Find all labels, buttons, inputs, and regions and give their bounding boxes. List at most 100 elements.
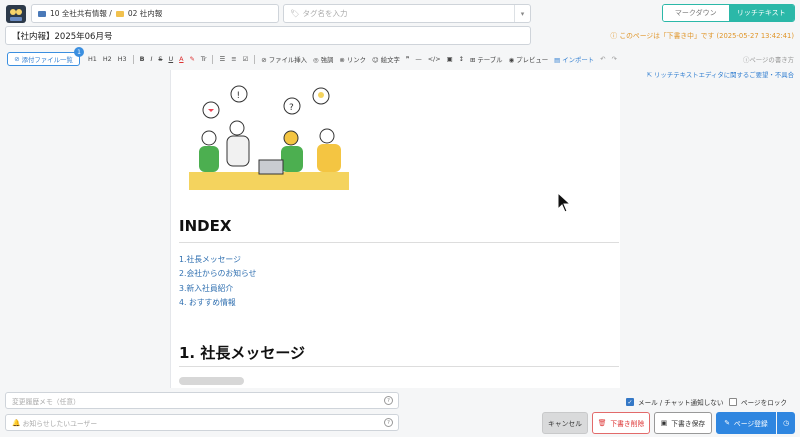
save-icon: ▣ bbox=[660, 419, 668, 427]
import-button[interactable]: ▤ インポート bbox=[554, 55, 594, 64]
tag-input[interactable]: 🏷 タグ名を入力 ▾ bbox=[283, 4, 531, 23]
trash-icon: 🗑 bbox=[597, 419, 607, 427]
delete-draft-label: 下書き削除 bbox=[610, 420, 645, 428]
save-draft-button[interactable]: ▣ 下書き保存 bbox=[654, 412, 712, 434]
help-icon[interactable]: ? bbox=[384, 396, 393, 405]
preview-button[interactable]: ◉ プレビュー bbox=[509, 55, 549, 64]
attachments-button[interactable]: ⊘ 添付ファイル一覧 bbox=[7, 52, 80, 66]
folder-icon bbox=[38, 10, 46, 17]
undo-icon[interactable]: ↶ bbox=[600, 55, 605, 63]
lock-page-checkbox[interactable] bbox=[729, 398, 737, 406]
link-label: リンク bbox=[346, 55, 366, 64]
save-draft-label: 下書き保存 bbox=[671, 420, 706, 428]
emphasis-button[interactable]: ◎ 強調 bbox=[313, 55, 333, 64]
divider bbox=[179, 242, 619, 243]
bell-icon: 🔔 bbox=[12, 418, 23, 427]
toolbar-divider bbox=[254, 54, 256, 64]
mode-markdown-button[interactable]: マークダウン bbox=[663, 5, 729, 21]
register-page-button[interactable]: ✎ ページ登録 bbox=[716, 412, 776, 434]
paperclip-icon: ⊘ bbox=[14, 55, 22, 63]
toc-item[interactable]: 2.会社からのお知らせ bbox=[179, 267, 256, 281]
editor-mode-toggle: マークダウン リッチテキスト bbox=[662, 4, 795, 22]
h1-button[interactable]: H1 bbox=[88, 55, 97, 63]
delete-draft-button[interactable]: 🗑 下書き削除 bbox=[592, 412, 650, 434]
ordered-list-icon[interactable]: ≡ bbox=[231, 55, 236, 63]
schedule-clock-icon[interactable]: ◷ bbox=[777, 412, 795, 434]
toolbar-divider bbox=[212, 54, 214, 64]
text-color-button[interactable]: A bbox=[179, 55, 183, 63]
section-heading: 1. 社長メッセージ bbox=[179, 344, 306, 362]
attachments-count-badge: 1 bbox=[74, 47, 84, 57]
register-page-label: ページ登録 bbox=[733, 420, 768, 428]
info-icon: ⓘ bbox=[610, 32, 620, 40]
underline-button[interactable]: U bbox=[168, 55, 173, 63]
help-icon[interactable]: ? bbox=[384, 418, 393, 427]
feedback-link[interactable]: ⇱ リッチテキストエディタに関するご要望・不具合 bbox=[647, 70, 794, 79]
bullet-list-icon[interactable]: ☰ bbox=[219, 55, 225, 63]
preview-label: プレビュー bbox=[516, 55, 549, 64]
h3-button[interactable]: H3 bbox=[118, 55, 127, 63]
file-insert-label: ファイル挿入 bbox=[268, 55, 308, 64]
divider bbox=[179, 366, 619, 367]
checklist-icon[interactable]: ☑ bbox=[243, 55, 249, 63]
lock-page-label: ページをロック bbox=[741, 399, 788, 407]
app-logo-icon[interactable] bbox=[5, 4, 27, 24]
pencil-icon: ✎ bbox=[724, 419, 730, 427]
import-label: インポート bbox=[562, 55, 595, 64]
change-memo-placeholder: 変更履歴メモ（任意） bbox=[12, 397, 80, 406]
mouse-cursor-icon bbox=[557, 192, 571, 213]
editor-page: 10 全社共有情報 / 02 社内報 🏷 タグ名を入力 ▾ マークダウン リッチ… bbox=[0, 0, 800, 437]
mail-notify-label: メール / チャット通知しない bbox=[638, 399, 724, 407]
index-heading: INDEX bbox=[179, 217, 232, 235]
breadcrumb-current[interactable]: 02 社内報 bbox=[128, 8, 162, 19]
help-link-label: ページの書き方 bbox=[749, 56, 794, 64]
mail-notify-checkbox-row[interactable]: ✓ メール / チャット通知しない bbox=[626, 397, 723, 407]
svg-text:!: ! bbox=[237, 91, 241, 101]
redo-icon[interactable]: ↷ bbox=[612, 55, 617, 63]
strikethrough-button[interactable]: S bbox=[158, 55, 162, 63]
bold-button[interactable]: B bbox=[140, 55, 145, 63]
breadcrumb-parent[interactable]: 10 全社共有情報 / bbox=[50, 8, 112, 19]
notify-users-input[interactable]: 🔔 お知らせしたいユーザー ? bbox=[5, 414, 399, 431]
notify-users-placeholder: お知らせしたいユーザー bbox=[22, 419, 98, 428]
image-placeholder bbox=[179, 377, 244, 385]
emoji-button[interactable]: ☺ 絵文字 bbox=[372, 55, 400, 64]
table-label: テーブル bbox=[477, 55, 503, 64]
draft-notice-text: このページは「下書き中」です (2025-05-27 13:42:41) bbox=[619, 32, 794, 40]
lock-page-checkbox-row[interactable]: ページをロック bbox=[729, 397, 787, 407]
draft-notice: ⓘ このページは「下書き中」です (2025-05-27 13:42:41) bbox=[610, 30, 794, 40]
emphasis-label: 強調 bbox=[320, 55, 334, 64]
h2-button[interactable]: H2 bbox=[103, 55, 112, 63]
code-button[interactable]: </> bbox=[428, 55, 441, 63]
file-insert-button[interactable]: ⊘ ファイル挿入 bbox=[261, 55, 307, 64]
table-button[interactable]: ⊞ テーブル bbox=[470, 55, 503, 64]
tag-icon: 🏷 bbox=[290, 9, 300, 18]
toolbar-divider bbox=[132, 54, 134, 64]
help-link[interactable]: ⓘページの書き方 bbox=[743, 55, 794, 64]
change-memo-input[interactable]: 変更履歴メモ（任意） ? bbox=[5, 392, 399, 409]
italic-button[interactable]: I bbox=[151, 55, 153, 63]
table-of-contents: 1.社長メッセージ 2.会社からのお知らせ 3.新入社員紹介 4. おすすめ情報 bbox=[179, 253, 256, 311]
svg-text:?: ? bbox=[289, 103, 294, 113]
quote-button[interactable]: ❞ bbox=[406, 55, 409, 63]
mail-notify-checkbox[interactable]: ✓ bbox=[626, 398, 634, 406]
horizontal-rule-button[interactable]: — bbox=[415, 55, 421, 63]
attachments-label: 添付ファイル一覧 bbox=[21, 55, 73, 64]
highlight-icon[interactable]: ✎ bbox=[190, 55, 195, 63]
toc-item[interactable]: 4. おすすめ情報 bbox=[179, 296, 256, 310]
team-illustration: ! ? bbox=[189, 85, 349, 190]
mode-richtext-button[interactable]: リッチテキスト bbox=[728, 5, 794, 21]
toc-item[interactable]: 3.新入社員紹介 bbox=[179, 282, 256, 296]
link-button[interactable]: ⊗ リンク bbox=[339, 55, 366, 64]
breadcrumb[interactable]: 10 全社共有情報 / 02 社内報 bbox=[31, 4, 279, 23]
toc-item[interactable]: 1.社長メッセージ bbox=[179, 253, 256, 267]
richtext-editor[interactable]: ! ? INDEX 1.社長メッセージ 2.会社からのお知らせ 3.新入社員紹介… bbox=[170, 70, 620, 388]
feedback-link-label: リッチテキストエディタに関するご要望・不具合 bbox=[654, 71, 794, 79]
formatting-toolbar: H1 H2 H3 B I S U A ✎ Tr ☰ ≡ ☑ ⊘ ファイル挿入 ◎… bbox=[88, 53, 617, 65]
code-block-icon[interactable]: ▣ bbox=[447, 55, 453, 63]
clear-format-button[interactable]: Tr bbox=[201, 55, 207, 63]
chevron-down-icon[interactable]: ▾ bbox=[514, 5, 530, 22]
page-title-input[interactable]: 【社内報】2025年06月号 bbox=[5, 26, 531, 45]
cancel-button[interactable]: キャンセル bbox=[542, 412, 588, 434]
expand-icon[interactable]: ↕ bbox=[459, 55, 464, 63]
